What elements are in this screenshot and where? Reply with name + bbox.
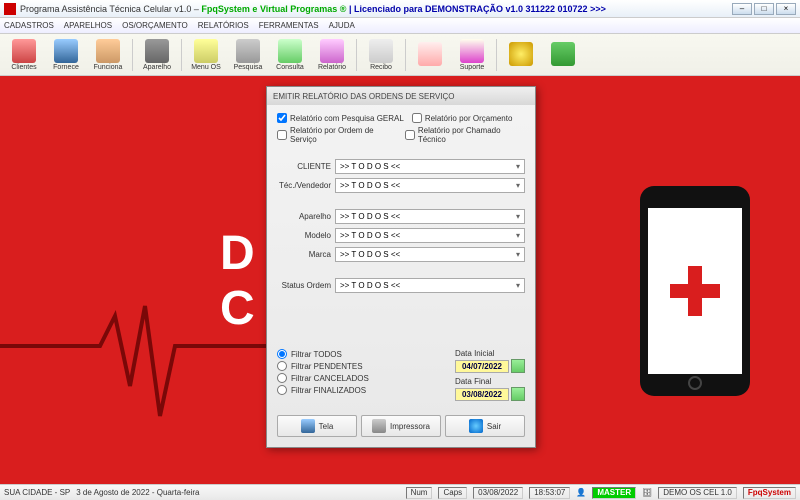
st-time: 18:53:07	[529, 487, 570, 499]
btn-impressora[interactable]: Impressora	[361, 415, 441, 437]
val-data-inicial[interactable]: 04/07/2022	[455, 360, 509, 373]
st-date-long: 3 de Agosto de 2022 - Quarta-feira	[76, 488, 199, 497]
home-button-icon	[688, 376, 702, 390]
btn-cal-ini[interactable]	[511, 359, 525, 373]
cross-icon	[670, 266, 720, 316]
tb-aparelho[interactable]: Aparelho	[137, 36, 177, 74]
tb-coins[interactable]	[501, 36, 541, 74]
st-user-icon: 👤	[576, 488, 586, 497]
tb-consulta[interactable]: Consulta	[270, 36, 310, 74]
st-master: MASTER	[592, 487, 636, 499]
menu-os[interactable]: OS/ORÇAMENTO	[122, 21, 188, 30]
exit-icon	[551, 42, 575, 66]
sel-cliente[interactable]: >> T O D O S <<	[335, 159, 525, 174]
phone-icon	[145, 39, 169, 63]
menu-ferramentas[interactable]: FERRAMENTAS	[259, 21, 319, 30]
menu-icon	[194, 39, 218, 63]
receipt-icon	[369, 39, 393, 63]
workspace: D RC R A a EMITIR RELATÓRIO DAS ORDENS D…	[0, 76, 800, 484]
menu-bar: CADASTROS APARELHOS OS/ORÇAMENTO RELATÓR…	[0, 18, 800, 34]
sel-aparelho[interactable]: >> T O D O S <<	[335, 209, 525, 224]
sel-modelo[interactable]: >> T O D O S <<	[335, 228, 525, 243]
lbl-modelo: Modelo	[277, 231, 335, 240]
lbl-aparelho: Aparelho	[277, 212, 335, 221]
minimize-button[interactable]: –	[732, 3, 752, 15]
sel-marca[interactable]: >> T O D O S <<	[335, 247, 525, 262]
menu-relatorios[interactable]: RELATÓRIOS	[198, 21, 249, 30]
tb-calendar[interactable]	[410, 36, 450, 74]
lbl-cliente: CLIENTE	[277, 162, 335, 171]
app-icon	[4, 3, 16, 15]
tb-relatorio[interactable]: Relatório	[312, 36, 352, 74]
tb-pesquisa[interactable]: Pesquisa	[228, 36, 268, 74]
consult-icon	[278, 39, 302, 63]
lbl-data-final: Data Final	[455, 377, 525, 386]
menu-ajuda[interactable]: AJUDA	[329, 21, 355, 30]
lbl-tec: Téc./Vendedor	[277, 181, 335, 190]
chk-geral[interactable]: Relatório com Pesquisa GERAL	[277, 113, 404, 123]
tb-exit[interactable]	[543, 36, 583, 74]
phone-graphic	[640, 186, 750, 396]
tb-fornece[interactable]: Fornece	[46, 36, 86, 74]
chk-orcamento[interactable]: Relatório por Orçamento	[412, 113, 513, 123]
menu-cadastros[interactable]: CADASTROS	[4, 21, 54, 30]
st-date: 03/08/2022	[473, 487, 523, 499]
tb-suporte[interactable]: Suporte	[452, 36, 492, 74]
search-icon	[236, 39, 260, 63]
tb-recibo[interactable]: Recibo	[361, 36, 401, 74]
status-bar: SUA CIDADE - SP 3 de Agosto de 2022 - Qu…	[0, 484, 800, 500]
supplier-icon	[54, 39, 78, 63]
sel-tec[interactable]: >> T O D O S <<	[335, 178, 525, 193]
st-city: SUA CIDADE - SP	[4, 488, 70, 497]
chk-chamado[interactable]: Relatório por Chamado Técnico	[405, 126, 525, 144]
printer-icon	[372, 419, 386, 433]
people-icon	[12, 39, 36, 63]
val-data-final[interactable]: 03/08/2022	[455, 388, 509, 401]
maximize-button[interactable]: □	[754, 3, 774, 15]
btn-tela[interactable]: Tela	[277, 415, 357, 437]
report-icon	[320, 39, 344, 63]
btn-sair[interactable]: Sair	[445, 415, 525, 437]
window-title-bar: Programa Assistência Técnica Celular v1.…	[0, 0, 800, 18]
st-num: Num	[406, 487, 433, 499]
st-db-icon: 🗄	[642, 488, 652, 497]
st-demo: DEMO OS CEL 1.0	[658, 487, 737, 499]
window-title: Programa Assistência Técnica Celular v1.…	[20, 4, 732, 14]
chk-ordem[interactable]: Relatório por Ordem de Serviço	[277, 126, 397, 144]
support-icon	[460, 39, 484, 63]
calendar-icon	[418, 42, 442, 66]
close-button[interactable]: ×	[776, 3, 796, 15]
screen-icon	[301, 419, 315, 433]
arrow-icon	[469, 419, 483, 433]
tb-funciona[interactable]: Funciona	[88, 36, 128, 74]
dialog-title: EMITIR RELATÓRIO DAS ORDENS DE SERVIÇO	[267, 87, 535, 105]
btn-cal-fin[interactable]	[511, 387, 525, 401]
menu-aparelhos[interactable]: APARELHOS	[64, 21, 112, 30]
lbl-status: Status Ordem	[277, 281, 335, 290]
st-brand: FpqSystem	[743, 487, 796, 499]
report-dialog: EMITIR RELATÓRIO DAS ORDENS DE SERVIÇO R…	[266, 86, 536, 448]
lbl-marca: Marca	[277, 250, 335, 259]
coins-icon	[509, 42, 533, 66]
employee-icon	[96, 39, 120, 63]
lbl-data-inicial: Data Inicial	[455, 349, 525, 358]
st-caps: Caps	[438, 487, 467, 499]
toolbar: Clientes Fornece Funciona Aparelho Menu …	[0, 34, 800, 76]
tb-menuos[interactable]: Menu OS	[186, 36, 226, 74]
tb-clientes[interactable]: Clientes	[4, 36, 44, 74]
sel-status[interactable]: >> T O D O S <<	[335, 278, 525, 293]
